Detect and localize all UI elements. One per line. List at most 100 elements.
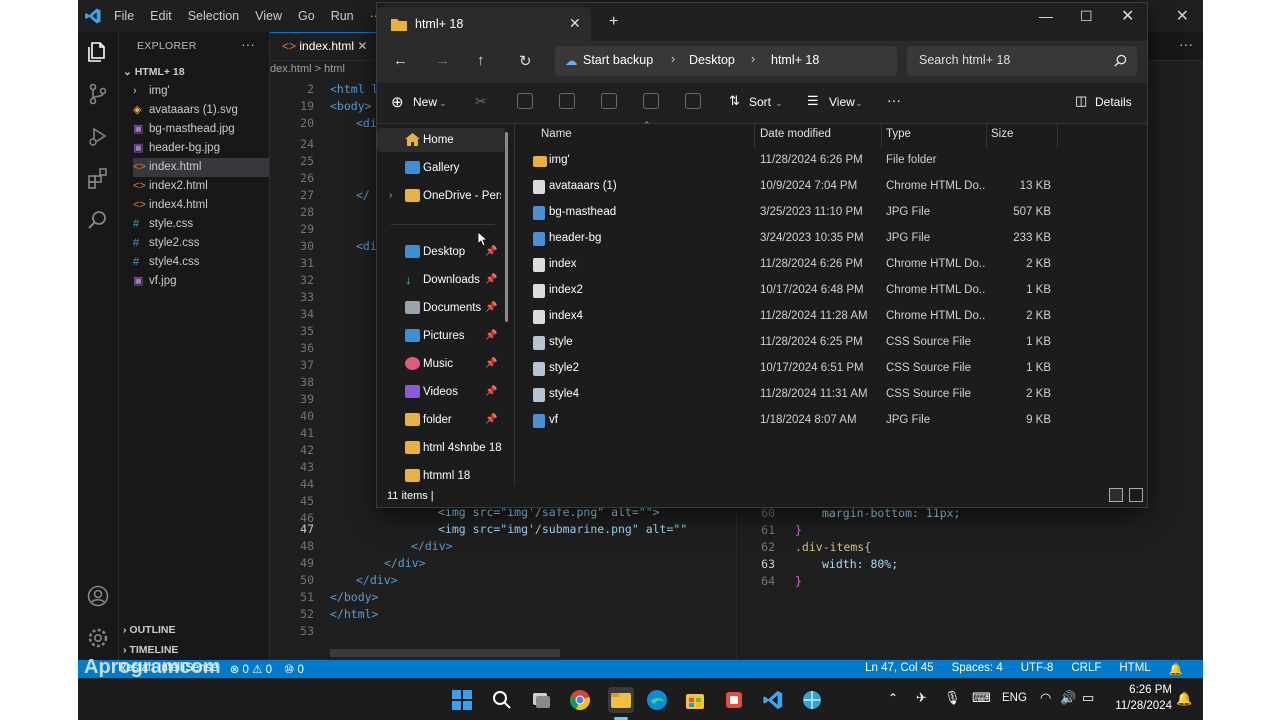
menu-selection[interactable]: Selection bbox=[188, 9, 239, 23]
task-view-icon[interactable] bbox=[530, 689, 552, 711]
search-icon[interactable] bbox=[86, 208, 110, 232]
column-header-date[interactable]: Date modified bbox=[760, 128, 831, 140]
explorer-root-folder[interactable]: ⌄ HTML+ 18 bbox=[123, 66, 185, 78]
sort-icon[interactable]: ⇅ bbox=[729, 93, 740, 109]
close-tab-icon[interactable]: ✕ bbox=[569, 15, 581, 32]
keyboard-icon[interactable]: ⌨ bbox=[972, 690, 991, 706]
menu-run[interactable]: Run bbox=[331, 9, 354, 23]
address-crumb-desktop[interactable]: Desktop bbox=[689, 53, 735, 67]
file-row[interactable]: avataaars (1) 10/9/2024 7:04 PM Chrome HTM… bbox=[529, 174, 1139, 200]
address-start-backup[interactable]: Start backup bbox=[583, 53, 653, 67]
status-encoding[interactable]: UTF-8 bbox=[1021, 662, 1054, 676]
pin-icon[interactable]: 📌 bbox=[485, 268, 497, 292]
source-control-icon[interactable] bbox=[86, 82, 110, 106]
microphone-icon[interactable]: 🎙 bbox=[944, 690, 961, 706]
column-header-type[interactable]: Type bbox=[886, 128, 911, 140]
tree-item-image[interactable]: ▣ bg-masthead.jpg bbox=[133, 120, 269, 139]
nav-folder[interactable]: html 4shnbe 18 bbox=[377, 436, 505, 460]
chrome-icon[interactable] bbox=[569, 689, 591, 711]
notifications-bell-icon[interactable]: 🔔 bbox=[1169, 662, 1183, 676]
back-arrow-icon[interactable]: ← bbox=[393, 52, 408, 69]
column-separator[interactable] bbox=[986, 124, 987, 148]
search-icon[interactable] bbox=[1114, 54, 1127, 67]
mute-notifications-icon[interactable]: ✈ bbox=[916, 690, 927, 706]
nav-home[interactable]: Home bbox=[377, 128, 505, 152]
details-button[interactable]: Details bbox=[1095, 95, 1132, 109]
outline-section[interactable]: › OUTLINE bbox=[123, 624, 176, 636]
search-box[interactable]: Search html+ 18 bbox=[907, 46, 1137, 76]
explorer-files-icon[interactable] bbox=[86, 40, 110, 64]
sort-button[interactable]: Sort bbox=[749, 95, 771, 109]
menu-file[interactable]: File bbox=[114, 9, 134, 23]
tree-item-img-folder[interactable]: › img' bbox=[133, 82, 269, 101]
nav-downloads[interactable]: ↓ Downloads 📌 bbox=[377, 268, 505, 292]
nav-gallery[interactable]: Gallery bbox=[377, 156, 505, 180]
volume-icon[interactable]: 🔊 bbox=[1060, 690, 1076, 706]
browser-globe-icon[interactable] bbox=[801, 689, 823, 711]
file-row[interactable]: index4 11/28/2024 11:28 AM Chrome HTML Do.… bbox=[529, 304, 1139, 330]
pin-icon[interactable]: 📌 bbox=[485, 296, 497, 320]
close-tab-icon[interactable]: ✕ bbox=[357, 39, 367, 53]
file-row[interactable]: index 11/28/2024 6:26 PM Chrome HTML Do...… bbox=[529, 252, 1139, 278]
tree-item-svg[interactable]: ◈ avataaars (1).svg bbox=[133, 101, 269, 120]
minimize-icon[interactable]: — bbox=[1039, 8, 1053, 24]
rename-icon[interactable] bbox=[601, 93, 617, 109]
tiles-view-icon[interactable] bbox=[1129, 488, 1143, 502]
windows-start-icon[interactable] bbox=[451, 689, 473, 711]
clock-time[interactable]: 6:26 PM bbox=[1104, 684, 1172, 696]
battery-icon[interactable]: ▭ bbox=[1082, 690, 1094, 706]
tree-item-css[interactable]: # style4.css bbox=[133, 253, 269, 272]
fe-tab[interactable]: html+ 18 ✕ bbox=[377, 7, 591, 41]
account-icon[interactable] bbox=[86, 584, 110, 608]
edge-icon[interactable] bbox=[646, 689, 668, 711]
horizontal-scrollbar[interactable] bbox=[330, 649, 560, 657]
chevron-right-icon[interactable]: › bbox=[389, 184, 392, 208]
nav-documents[interactable]: Documents 📌 bbox=[377, 296, 505, 320]
address-bar[interactable]: ☁ Start backup › Desktop › html+ 18 bbox=[555, 46, 897, 76]
tree-item-html[interactable]: <> index2.html bbox=[133, 177, 269, 196]
tree-item-css[interactable]: # style.css bbox=[133, 215, 269, 234]
refresh-icon[interactable]: ↻ bbox=[519, 52, 532, 70]
more-actions-icon[interactable]: ··· bbox=[241, 36, 255, 52]
new-tab-icon[interactable]: + bbox=[609, 13, 618, 31]
file-row[interactable]: style 11/28/2024 6:25 PM CSS Source File 1 … bbox=[529, 330, 1139, 356]
chevron-down-icon[interactable]: ⌄ bbox=[439, 98, 447, 109]
pin-icon[interactable]: 📌 bbox=[485, 352, 497, 376]
split-divider[interactable] bbox=[736, 502, 737, 662]
wifi-icon[interactable]: ◠ bbox=[1040, 690, 1051, 706]
nav-pictures[interactable]: Pictures 📌 bbox=[377, 324, 505, 348]
details-pane-icon[interactable]: ◫ bbox=[1075, 93, 1087, 109]
column-separator[interactable] bbox=[754, 124, 755, 148]
file-row[interactable]: img' 11/28/2024 6:26 PM File folder bbox=[529, 148, 1139, 174]
cut-icon[interactable]: ✂ bbox=[475, 93, 487, 110]
tree-item-html-selected[interactable]: <> index.html bbox=[133, 158, 269, 177]
column-header-size[interactable]: Size bbox=[991, 128, 1013, 140]
pin-icon[interactable]: 📌 bbox=[485, 324, 497, 348]
chevron-down-icon[interactable]: ⌄ bbox=[775, 98, 783, 109]
tree-item-image[interactable]: ▣ vf.jpg bbox=[133, 272, 269, 291]
column-separator[interactable] bbox=[881, 124, 882, 148]
status-language[interactable]: HTML bbox=[1119, 662, 1150, 676]
chevron-down-icon[interactable]: ⌄ bbox=[855, 98, 863, 109]
nav-onedrive[interactable]: › OneDrive - Perso bbox=[377, 184, 505, 208]
file-row[interactable]: header-bg 3/24/2023 10:35 PM JPG File 233 K… bbox=[529, 226, 1139, 252]
office-icon[interactable] bbox=[723, 689, 745, 711]
menu-go[interactable]: Go bbox=[298, 9, 315, 23]
clock-date[interactable]: 11/28/2024 bbox=[1104, 700, 1172, 712]
notification-center-icon[interactable]: 🔔 bbox=[1176, 691, 1192, 707]
forward-arrow-icon[interactable]: → bbox=[435, 52, 450, 69]
status-ports[interactable]: ⑩ 0 bbox=[284, 662, 304, 676]
search-icon[interactable] bbox=[491, 689, 513, 711]
input-language[interactable]: ENG bbox=[1002, 692, 1027, 704]
file-row[interactable]: style4 11/28/2024 11:31 AM CSS Source File… bbox=[529, 382, 1139, 408]
menu-edit[interactable]: Edit bbox=[150, 9, 172, 23]
details-view-icon[interactable] bbox=[1109, 488, 1123, 502]
new-button[interactable]: New bbox=[413, 95, 437, 109]
pin-icon[interactable]: 📌 bbox=[485, 408, 497, 432]
file-row[interactable]: vf 1/18/2024 8:07 AM JPG File 9 KB bbox=[529, 408, 1139, 434]
close-window-icon[interactable]: ✕ bbox=[1121, 6, 1134, 26]
status-eol[interactable]: CRLF bbox=[1071, 662, 1101, 676]
status-problems[interactable]: ⊗ 0 ⚠ 0 bbox=[230, 662, 272, 676]
timeline-section[interactable]: › TIMELINE bbox=[123, 644, 178, 656]
nav-music[interactable]: Music 📌 bbox=[377, 352, 505, 376]
